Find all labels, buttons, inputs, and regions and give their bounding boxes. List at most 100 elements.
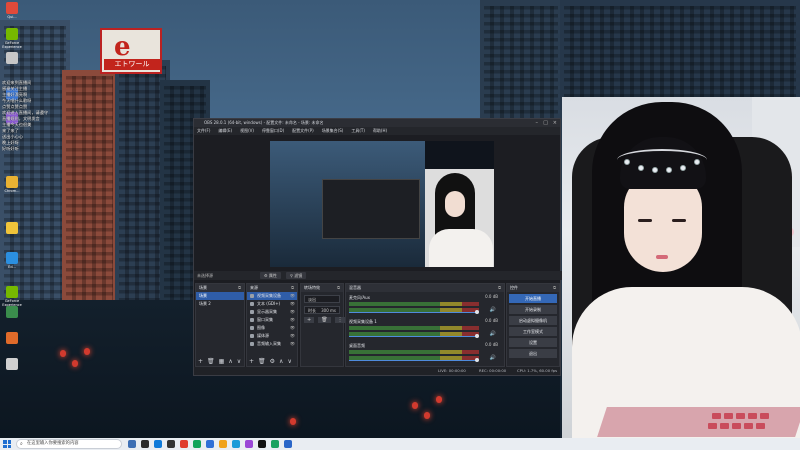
obs-window[interactable]: OBS 28.0.1 (64-bit, windows) - 配置文件: 未命名…	[193, 118, 562, 376]
source-item[interactable]: 媒体源 👁	[247, 332, 297, 340]
visibility-icon[interactable]: 👁	[290, 332, 295, 340]
menu-item[interactable]: 视图(V)	[240, 127, 254, 135]
source-item[interactable]: 音频输入采集 👁	[247, 340, 297, 348]
search-icon: ⌕	[20, 441, 23, 447]
speaker-icon[interactable]: 🔊	[490, 355, 496, 361]
control-button[interactable]: 启动虚拟摄像机	[509, 316, 557, 325]
taskbar-app-icon[interactable]	[167, 440, 175, 448]
source-item[interactable]: 视频采集设备 👁	[247, 292, 297, 300]
visibility-icon[interactable]: 👁	[290, 292, 295, 300]
taskbar-app-icon[interactable]	[232, 440, 240, 448]
menu-item[interactable]: 停靠窗口(D)	[262, 127, 284, 135]
properties-button[interactable]: ⚙ 属性	[260, 272, 281, 279]
volume-slider[interactable]	[349, 334, 479, 338]
move-up-icon[interactable]: ∧	[279, 358, 283, 365]
obs-preview[interactable]	[270, 141, 494, 267]
desktop-shortcut-icon[interactable]: GeForce Experience	[1, 28, 23, 49]
visibility-icon[interactable]: 👁	[290, 324, 295, 332]
remove-icon[interactable]: 🗑	[207, 358, 215, 365]
taskbar-search-input[interactable]: ⌕ 在这里输入你要搜索的内容	[16, 439, 122, 449]
desktop-shortcut-icon[interactable]	[1, 332, 23, 345]
app-icon	[6, 286, 18, 298]
dock-float-icon[interactable]: ⧉	[291, 284, 294, 292]
source-label: 视频采集设备	[257, 293, 281, 298]
volume-slider[interactable]	[349, 358, 479, 362]
source-item[interactable]: 文本 (GDI+) 👁	[247, 300, 297, 308]
desktop-shortcut-icon[interactable]: GeForce Experience	[1, 286, 23, 307]
desktop-shortcut-icon[interactable]	[1, 52, 23, 65]
desktop-shortcut-icon[interactable]: Qui...	[1, 2, 23, 19]
taskbar-app-icon[interactable]	[284, 440, 292, 448]
desktop-shortcut-icon[interactable]: Chrom...	[1, 176, 23, 193]
add-icon[interactable]: +	[198, 358, 203, 365]
menu-item[interactable]: 配置文件(P)	[292, 127, 314, 135]
add-transition-icon[interactable]: +	[304, 317, 315, 323]
slider-knob[interactable]	[475, 310, 479, 314]
speaker-icon[interactable]: 🔊	[490, 307, 496, 313]
add-icon[interactable]: +	[249, 358, 254, 365]
control-button[interactable]: 工作室模式	[509, 327, 557, 336]
keycap	[744, 423, 753, 429]
menu-item[interactable]: 工具(T)	[351, 127, 365, 135]
menu-item[interactable]: 帮助(H)	[373, 127, 387, 135]
control-button[interactable]: 开始直播	[509, 294, 557, 303]
speaker-icon[interactable]: 🔊	[490, 331, 496, 337]
preview-obs-window	[322, 179, 420, 239]
taskbar-app-icon[interactable]	[154, 440, 162, 448]
duration-field[interactable]: 时长 300 ms	[304, 306, 340, 314]
dock-float-icon[interactable]: ⧉	[238, 284, 241, 292]
desktop-shortcut-icon[interactable]	[1, 306, 23, 319]
remove-icon[interactable]: 🗑	[258, 358, 266, 365]
scene-item[interactable]: 场景 2	[196, 300, 244, 308]
slider-knob[interactable]	[475, 358, 479, 362]
source-label: 媒体源	[257, 333, 269, 338]
taskbar-app-icon[interactable]	[271, 440, 279, 448]
taskbar-app-icon[interactable]	[180, 440, 188, 448]
taskbar-app-icon[interactable]	[128, 440, 136, 448]
dock-float-icon[interactable]: ⧉	[553, 284, 556, 292]
eye	[672, 219, 686, 222]
dock-float-icon[interactable]: ⧉	[337, 284, 340, 292]
control-button[interactable]: 开始录制	[509, 305, 557, 314]
volume-slider[interactable]	[349, 310, 479, 314]
desktop-shortcut-icon[interactable]	[1, 222, 23, 235]
menu-item[interactable]: 编辑(E)	[218, 127, 232, 135]
desktop-shortcut-icon[interactable]: Ed...	[1, 252, 23, 269]
visibility-icon[interactable]: 👁	[290, 340, 295, 348]
dock-float-icon[interactable]: ⧉	[498, 284, 501, 292]
source-item[interactable]: 窗口采集 👁	[247, 316, 297, 324]
transition-select[interactable]: 淡出	[304, 295, 340, 303]
remove-transition-icon[interactable]: 🗑	[318, 317, 331, 323]
visibility-icon[interactable]: 👁	[290, 300, 295, 308]
visibility-icon[interactable]: 👁	[290, 308, 295, 316]
taskbar-app-icon[interactable]	[193, 440, 201, 448]
filter-icon[interactable]: ▦	[219, 358, 225, 365]
keycap	[760, 413, 769, 419]
move-up-icon[interactable]: ∧	[228, 358, 232, 365]
control-button[interactable]: 退出	[509, 349, 557, 358]
taskbar-app-icon[interactable]	[258, 440, 266, 448]
control-button[interactable]: 设置	[509, 338, 557, 347]
taskbar-app-icon[interactable]	[219, 440, 227, 448]
source-item[interactable]: 显示器采集 👁	[247, 308, 297, 316]
settings-icon[interactable]: ⚙	[270, 358, 275, 365]
close-icon[interactable]: ×	[553, 119, 557, 127]
visibility-icon[interactable]: 👁	[290, 316, 295, 324]
menu-item[interactable]: 场景集合(S)	[322, 127, 344, 135]
obs-titlebar[interactable]: OBS 28.0.1 (64-bit, windows) - 配置文件: 未命名…	[194, 119, 560, 127]
move-down-icon[interactable]: ∨	[287, 358, 291, 365]
scene-item[interactable]: 场景	[196, 292, 244, 300]
transition-menu-icon[interactable]: ⋮	[334, 317, 346, 323]
move-down-icon[interactable]: ∨	[237, 358, 241, 365]
minimize-icon[interactable]: –	[536, 119, 539, 127]
taskbar-app-icon[interactable]	[245, 440, 253, 448]
maximize-icon[interactable]: □	[543, 119, 548, 127]
source-item[interactable]: 图像 👁	[247, 324, 297, 332]
slider-knob[interactable]	[475, 334, 479, 338]
taskbar-app-icon[interactable]	[206, 440, 214, 448]
filters-button[interactable]: ⚲ 滤镜	[286, 272, 307, 279]
desktop-shortcut-icon[interactable]	[1, 358, 23, 371]
windows-start-icon[interactable]	[3, 440, 11, 448]
taskbar-app-icon[interactable]	[141, 440, 149, 448]
menu-item[interactable]: 文件(F)	[197, 127, 210, 135]
